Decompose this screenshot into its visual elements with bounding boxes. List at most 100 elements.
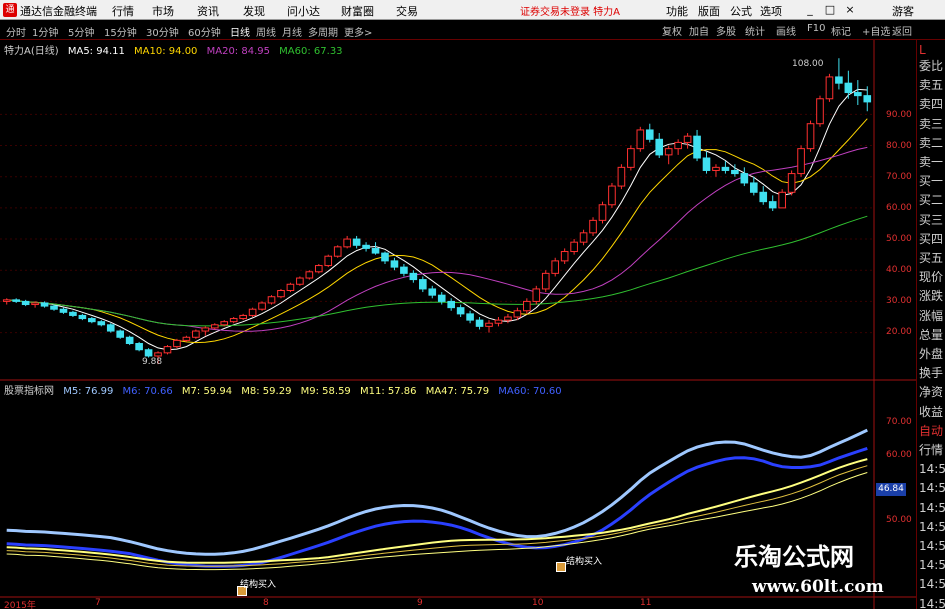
sidebar-item[interactable]: 14:50	[919, 557, 945, 573]
btn-f10[interactable]: F10	[807, 23, 825, 34]
btn-jiazi[interactable]: 加自	[689, 23, 709, 38]
sidebar-item[interactable]: 卖三	[919, 116, 945, 132]
candle-body	[437, 294, 446, 302]
tf-multi[interactable]: 多周期	[308, 24, 338, 39]
candle-body	[863, 95, 872, 103]
menu-jiaoyi[interactable]: 交易	[396, 3, 418, 19]
btn-add-watchlist[interactable]: +自选	[862, 23, 890, 38]
user-status[interactable]: 游客	[892, 3, 914, 19]
candle-body	[759, 191, 768, 203]
date-tick-10: 10	[532, 598, 544, 608]
sidebar-item[interactable]: 买四	[919, 231, 945, 247]
candle-body	[485, 322, 493, 327]
tf-fenshi[interactable]: 分时	[6, 24, 26, 39]
sidebar-item[interactable]: 委比	[919, 58, 945, 74]
sidebar-item[interactable]: 行情	[919, 442, 945, 458]
y-tick-30: 30.00	[886, 296, 912, 306]
sidebar-item[interactable]: 14:50	[919, 519, 945, 535]
y-tick-40: 40.00	[886, 265, 912, 275]
tf-5min[interactable]: 5分钟	[68, 24, 94, 39]
maximize-button[interactable]: □	[822, 2, 838, 18]
candle-body	[286, 283, 295, 292]
tf-15min[interactable]: 15分钟	[104, 24, 137, 39]
candle-body	[768, 201, 777, 209]
candle-body	[163, 346, 172, 354]
candle-body	[239, 314, 247, 320]
menu-hangqing[interactable]: 行情	[112, 3, 134, 19]
tf-30min[interactable]: 30分钟	[146, 24, 179, 39]
menu-faxian[interactable]: 发现	[243, 3, 265, 19]
sidebar-item[interactable]: 14:50	[919, 576, 945, 592]
sidebar-item[interactable]: 自动	[919, 423, 945, 439]
candle-body	[541, 272, 550, 290]
tf-more[interactable]: 更多>	[344, 24, 372, 39]
sidebar-item[interactable]: 涨跌	[919, 288, 945, 304]
candle-body	[390, 260, 399, 268]
login-status[interactable]: 证券交易未登录 特力A	[520, 3, 620, 18]
buy-signal-label-2: 结构买入	[566, 557, 603, 567]
sub-y-tick-60: 60.00	[886, 450, 912, 460]
tf-weekly[interactable]: 周线	[256, 24, 276, 39]
minimize-button[interactable]: _	[802, 2, 818, 18]
date-tick-9: 9	[417, 598, 423, 608]
sidebar-item[interactable]: 卖四	[919, 96, 945, 112]
sidebar-item[interactable]: 收益	[919, 404, 945, 420]
sidebar-item[interactable]: 买三	[919, 212, 945, 228]
tf-60min[interactable]: 60分钟	[188, 24, 221, 39]
period-toolbar: 分时 1分钟 5分钟 15分钟 30分钟 60分钟 日线 周线 月线 多周期 更…	[0, 20, 945, 40]
y-tick-90: 90.00	[886, 110, 912, 120]
candle-body	[627, 148, 635, 168]
sidebar-item[interactable]: 卖五	[919, 77, 945, 93]
candle-body	[787, 173, 796, 193]
close-button[interactable]: ×	[842, 2, 858, 18]
btn-biaoji[interactable]: 标记	[831, 23, 851, 38]
sidebar-item[interactable]: 卖一	[919, 154, 945, 170]
btn-fuquan[interactable]: 复权	[662, 23, 682, 38]
legend-m8: M8: 59.29	[241, 386, 292, 397]
btn-duogu[interactable]: 多股	[716, 23, 736, 38]
chart-area[interactable]	[0, 40, 916, 609]
sidebar-item[interactable]: 总量	[919, 327, 945, 343]
tf-1min[interactable]: 1分钟	[32, 24, 58, 39]
app-title: 通达信金融终端	[20, 5, 97, 18]
sidebar-item[interactable]: 买一	[919, 173, 945, 189]
menu-zixun[interactable]: 资讯	[197, 3, 219, 19]
sidebar-badge[interactable]: L	[919, 42, 945, 58]
menu-gongneng[interactable]: 功能	[666, 3, 688, 19]
sidebar-item[interactable]: 14:50	[919, 538, 945, 554]
candle-body	[551, 260, 560, 274]
sidebar-item[interactable]: 14:50	[919, 461, 945, 477]
sidebar-item[interactable]: 14:50	[919, 596, 945, 609]
sidebar-item[interactable]: 买二	[919, 192, 945, 208]
sidebar-item[interactable]: 现价	[919, 269, 945, 285]
candle-body	[220, 321, 229, 326]
date-tick-2015: 2015年	[4, 601, 36, 609]
tf-daily[interactable]: 日线	[230, 24, 250, 39]
sidebar-item[interactable]: 换手	[919, 365, 945, 381]
legend-m7: M7: 59.94	[181, 386, 233, 397]
sub-y-tick-50: 50.00	[886, 515, 912, 525]
candle-body	[400, 266, 408, 274]
candle-body	[324, 255, 333, 267]
candle-body	[740, 173, 749, 184]
btn-back[interactable]: 返回	[892, 23, 912, 38]
menu-xuanxiang[interactable]: 选项	[760, 3, 782, 19]
y-tick-50: 50.00	[886, 234, 912, 244]
candle-body	[617, 166, 626, 187]
btn-tongji[interactable]: 统计	[745, 23, 765, 38]
menu-banmian[interactable]: 版面	[698, 3, 720, 19]
menu-caifuquan[interactable]: 财富圈	[341, 3, 374, 19]
sidebar-item[interactable]: 涨幅	[919, 308, 945, 324]
menu-wenxiaoda[interactable]: 问小达	[287, 3, 320, 19]
sidebar-item[interactable]: 买五	[919, 250, 945, 266]
tf-monthly[interactable]: 月线	[282, 24, 302, 39]
candle-body	[504, 316, 512, 321]
menu-shichang[interactable]: 市场	[152, 3, 174, 19]
btn-huaxian[interactable]: 画线	[776, 23, 796, 38]
sidebar-item[interactable]: 净资	[919, 384, 945, 400]
menu-gongshi[interactable]: 公式	[730, 3, 752, 19]
sidebar-item[interactable]: 14:50	[919, 480, 945, 496]
sidebar-item[interactable]: 14:50	[919, 500, 945, 516]
sidebar-item[interactable]: 外盘	[919, 346, 945, 362]
sidebar-item[interactable]: 卖二	[919, 135, 945, 151]
